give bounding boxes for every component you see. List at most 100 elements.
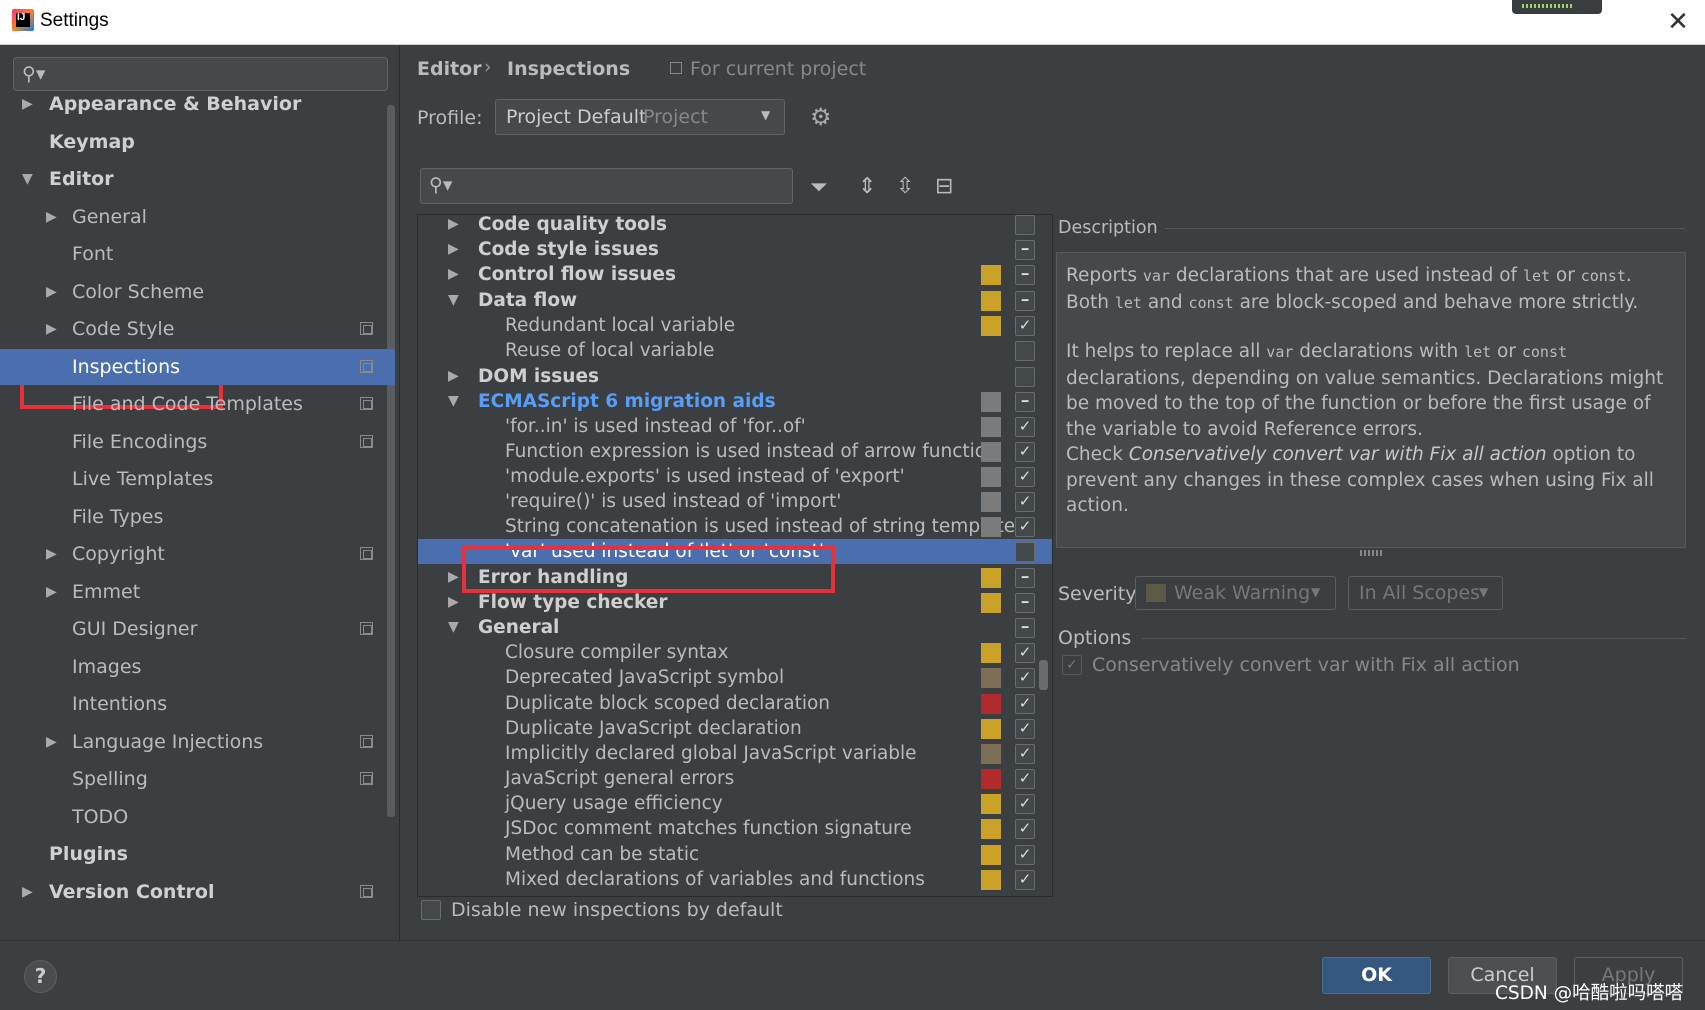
sidebar-item-version-control[interactable]: ▶ Version Control: [0, 874, 395, 910]
inspection-enable-checkbox[interactable]: ✓: [1015, 769, 1035, 789]
inspection-item[interactable]: jQuery usage efficiency ✓: [418, 791, 1052, 816]
inspection-item[interactable]: Closure compiler syntax ✓: [418, 640, 1052, 665]
sidebar-item-general[interactable]: ▶ General: [0, 199, 395, 235]
breadcrumb-editor[interactable]: Editor: [417, 58, 482, 80]
inspection-item[interactable]: Duplicate JavaScript declaration ✓: [418, 716, 1052, 741]
inspection-enable-checkbox[interactable]: ✓: [1015, 467, 1035, 487]
inspection-enable-checkbox[interactable]: ━: [1015, 618, 1035, 638]
chevron-right-icon[interactable]: ▶: [22, 86, 33, 122]
chevron-right-icon[interactable]: ▶: [448, 237, 459, 262]
inspection-item[interactable]: Mixed declarations of variables and func…: [418, 867, 1052, 892]
inspection-item[interactable]: 'require()' is used instead of 'import' ✓: [418, 489, 1052, 514]
chevron-right-icon[interactable]: ▶: [46, 724, 57, 760]
chevron-right-icon[interactable]: ▶: [22, 874, 33, 910]
inspection-item[interactable]: Reuse of local variable: [418, 338, 1052, 363]
sidebar-item-code-style[interactable]: ▶ Code Style: [0, 311, 395, 347]
sidebar-item-file-types[interactable]: File Types: [0, 499, 395, 535]
inspection-item[interactable]: String concatenation is used instead of …: [418, 514, 1052, 539]
inspection-enable-checkbox[interactable]: ━: [1015, 291, 1035, 311]
sidebar-item-font[interactable]: Font: [0, 236, 395, 272]
inspection-enable-checkbox[interactable]: ✓: [1015, 744, 1035, 764]
inspection-group[interactable]: ▶ Code style issues ━: [418, 237, 1052, 262]
inspection-group[interactable]: ▼ ECMAScript 6 migration aids ━: [418, 389, 1052, 414]
profile-dropdown[interactable]: Project Default Project ▼: [495, 99, 785, 135]
inspection-enable-checkbox[interactable]: [1015, 542, 1035, 562]
chevron-right-icon[interactable]: ▶: [46, 311, 57, 347]
chevron-right-icon[interactable]: ▶: [46, 199, 57, 235]
scope-dropdown[interactable]: In All Scopes ▼: [1348, 576, 1503, 610]
inspection-item[interactable]: Duplicate block scoped declaration ✓: [418, 691, 1052, 716]
inspection-enable-checkbox[interactable]: ━: [1015, 240, 1035, 260]
expand-all-icon[interactable]: ⇕: [858, 174, 876, 199]
disable-new-inspections-checkbox[interactable]: [421, 900, 441, 920]
inspection-enable-checkbox[interactable]: ✓: [1015, 819, 1035, 839]
chevron-right-icon[interactable]: ▶: [448, 215, 459, 237]
inspection-enable-checkbox[interactable]: ✓: [1015, 694, 1035, 714]
collapse-all-icon[interactable]: ⇳: [896, 174, 914, 199]
inspection-enable-checkbox[interactable]: ✓: [1015, 442, 1035, 462]
sidebar-item-spelling[interactable]: Spelling: [0, 761, 395, 797]
inspection-enable-checkbox[interactable]: ━: [1015, 593, 1035, 613]
chevron-right-icon[interactable]: ▶: [448, 262, 459, 287]
chevron-right-icon[interactable]: ▶: [46, 274, 57, 310]
reset-icon[interactable]: ⊟: [935, 174, 953, 199]
inspection-enable-checkbox[interactable]: ✓: [1015, 845, 1035, 865]
sidebar-item-file-and-code-templates[interactable]: File and Code Templates: [0, 386, 395, 422]
inspection-item[interactable]: JavaScript general errors ✓: [418, 766, 1052, 791]
inspection-group[interactable]: ▶ Control flow issues ━: [418, 262, 1052, 287]
inspection-enable-checkbox[interactable]: ✓: [1015, 492, 1035, 512]
inspection-enable-checkbox[interactable]: ✓: [1015, 417, 1035, 437]
conservative-convert-label[interactable]: Conservatively convert var with Fix all …: [1092, 654, 1520, 676]
inspection-enable-checkbox[interactable]: ━: [1015, 392, 1035, 412]
inspection-enable-checkbox[interactable]: ✓: [1015, 643, 1035, 663]
sidebar-item-keymap[interactable]: Keymap: [0, 124, 395, 160]
inspections-tree-scrollbar[interactable]: [1039, 660, 1048, 690]
sidebar-item-inspections[interactable]: Inspections: [0, 349, 395, 385]
inspection-item[interactable]: 'for..in' is used instead of 'for..of' ✓: [418, 414, 1052, 439]
chevron-right-icon[interactable]: ▶: [46, 536, 57, 572]
inspection-enable-checkbox[interactable]: ✓: [1015, 668, 1035, 688]
sidebar-item-todo[interactable]: TODO: [0, 799, 395, 835]
sidebar-item-color-scheme[interactable]: ▶ Color Scheme: [0, 274, 395, 310]
close-icon[interactable]: ✕: [1664, 8, 1692, 36]
conservative-convert-checkbox[interactable]: ✓: [1062, 655, 1082, 675]
inspection-search-input[interactable]: ⚲▾: [420, 168, 793, 204]
inspection-enable-checkbox[interactable]: [1015, 341, 1035, 361]
inspection-enable-checkbox[interactable]: ✓: [1015, 316, 1035, 336]
sidebar-item-file-encodings[interactable]: File Encodings: [0, 424, 395, 460]
ok-button[interactable]: OK: [1322, 957, 1431, 994]
chevron-down-icon[interactable]: ▼: [22, 161, 33, 197]
sidebar-item-appearance-behavior[interactable]: ▶ Appearance & Behavior: [0, 86, 395, 122]
inspection-enable-checkbox[interactable]: ━: [1015, 568, 1035, 588]
disable-new-inspections-label[interactable]: Disable new inspections by default: [451, 899, 783, 921]
inspection-enable-checkbox[interactable]: [1015, 367, 1035, 387]
gear-icon[interactable]: ⚙: [810, 103, 832, 131]
severity-dropdown[interactable]: Weak Warning ▼: [1135, 576, 1336, 610]
chevron-right-icon[interactable]: ▶: [448, 590, 459, 615]
inspection-group[interactable]: ▼ Data flow ━: [418, 288, 1052, 313]
inspection-group[interactable]: ▼ General ━: [418, 615, 1052, 640]
inspection-item[interactable]: 'module.exports' is used instead of 'exp…: [418, 464, 1052, 489]
inspection-group[interactable]: ▶ Flow type checker ━: [418, 590, 1052, 615]
inspection-enable-checkbox[interactable]: ✓: [1015, 870, 1035, 890]
filter-icon[interactable]: ⏷: [810, 175, 828, 200]
inspection-enable-checkbox[interactable]: ━: [1015, 265, 1035, 285]
sidebar-item-emmet[interactable]: ▶ Emmet: [0, 574, 395, 610]
help-button[interactable]: ?: [24, 960, 57, 993]
inspection-enable-checkbox[interactable]: [1015, 215, 1035, 235]
splitter-grip-icon[interactable]: [1360, 550, 1382, 556]
chevron-right-icon[interactable]: ▶: [448, 364, 459, 389]
sidebar-item-intentions[interactable]: Intentions: [0, 686, 395, 722]
chevron-down-icon[interactable]: ▼: [448, 389, 459, 414]
inspection-item[interactable]: Redundant local variable ✓: [418, 313, 1052, 338]
sidebar-item-live-templates[interactable]: Live Templates: [0, 461, 395, 497]
sidebar-item-editor[interactable]: ▼ Editor: [0, 161, 395, 197]
inspection-group[interactable]: ▶ Code quality tools: [418, 215, 1052, 237]
chevron-down-icon[interactable]: ▼: [448, 615, 459, 640]
sidebar-item-copyright[interactable]: ▶ Copyright: [0, 536, 395, 572]
chevron-right-icon[interactable]: ▶: [46, 574, 57, 610]
inspection-enable-checkbox[interactable]: ✓: [1015, 794, 1035, 814]
inspection-enable-checkbox[interactable]: ✓: [1015, 517, 1035, 537]
inspection-item[interactable]: Function expression is used instead of a…: [418, 439, 1052, 464]
inspection-item[interactable]: Method can be static ✓: [418, 842, 1052, 867]
